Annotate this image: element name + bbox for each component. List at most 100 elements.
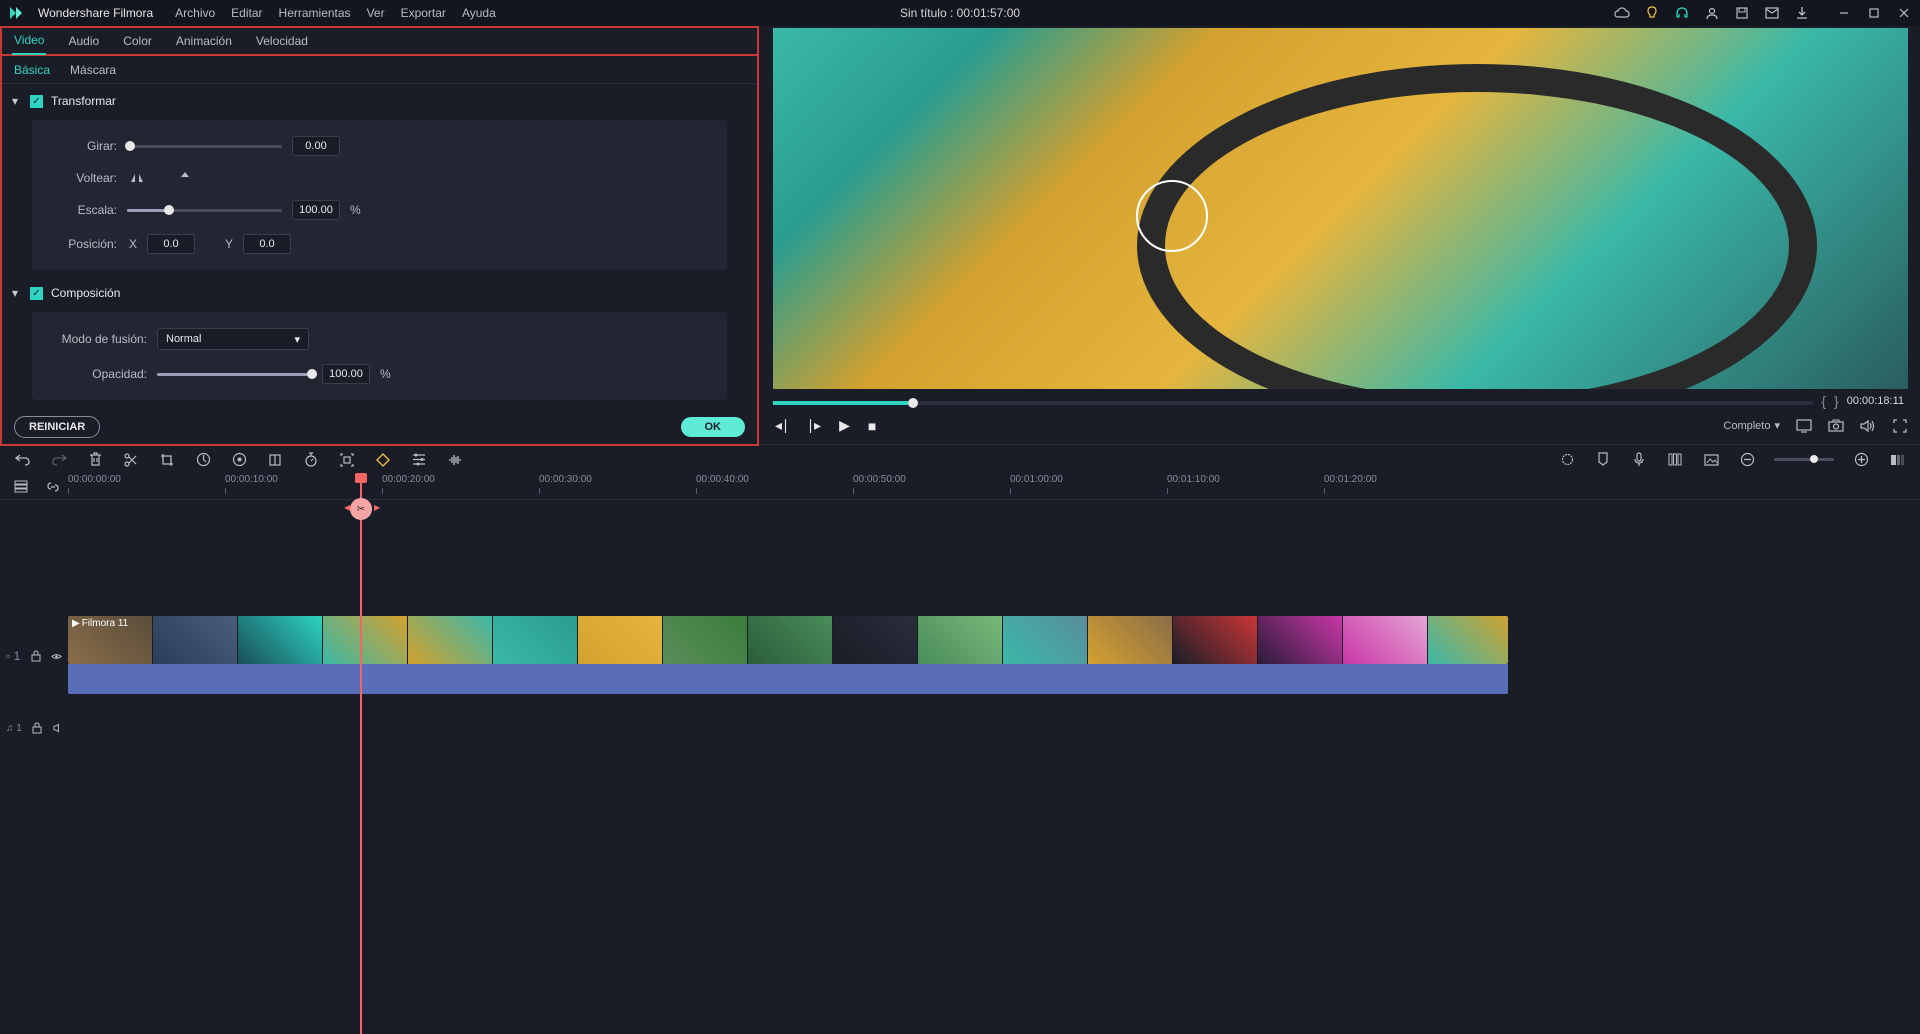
section-title-transformar: Transformar	[51, 94, 116, 108]
preview-timecode: 00:00:18:11	[1847, 395, 1904, 407]
preview-viewport[interactable]	[773, 28, 1908, 389]
greenscreen-icon[interactable]	[266, 451, 284, 469]
slider-girar[interactable]	[127, 145, 282, 148]
label-x: X	[129, 237, 137, 251]
input-pos-x[interactable]	[147, 234, 195, 254]
tab-video[interactable]: Video	[12, 27, 46, 55]
zoom-in-icon[interactable]	[1852, 451, 1870, 469]
audio-icon[interactable]	[446, 451, 464, 469]
menu-ver[interactable]: Ver	[367, 6, 385, 20]
tab-velocidad[interactable]: Velocidad	[254, 28, 310, 54]
timer-icon[interactable]	[302, 451, 320, 469]
keyframe-icon[interactable]	[374, 451, 392, 469]
checkbox-composicion[interactable]	[30, 287, 43, 300]
track-label-audio: ♫ 1	[6, 723, 22, 734]
preview-scrubber[interactable]	[773, 401, 1813, 405]
stop-button[interactable]: ■	[868, 418, 876, 434]
fullscreen-icon[interactable]	[1892, 418, 1908, 434]
voiceover-icon[interactable]	[1630, 451, 1648, 469]
play-button[interactable]: ▶	[839, 417, 850, 434]
audio-waveform[interactable]	[68, 664, 1508, 694]
input-opacidad[interactable]	[322, 364, 370, 384]
mail-icon[interactable]	[1764, 5, 1780, 21]
menu-herramientas[interactable]: Herramientas	[279, 6, 351, 20]
unit-opacidad: %	[380, 367, 391, 381]
quality-select[interactable]: Completo▾	[1723, 419, 1780, 432]
track-options-icon[interactable]	[12, 478, 30, 496]
close-button[interactable]	[1896, 5, 1912, 21]
select-modo-fusion[interactable]: Normal▾	[157, 328, 309, 350]
playhead-split-icon[interactable]	[350, 498, 372, 520]
track-label-video: ▫ 1	[6, 649, 20, 663]
input-escala[interactable]	[292, 200, 340, 220]
ok-button[interactable]: OK	[681, 417, 746, 437]
unit-escala: %	[350, 203, 361, 217]
headphones-icon[interactable]	[1674, 5, 1690, 21]
marker-icon[interactable]	[1594, 451, 1612, 469]
tab-color[interactable]: Color	[121, 28, 154, 54]
prev-frame-button[interactable]: ◂∣	[775, 417, 789, 434]
slider-escala[interactable]	[127, 209, 282, 212]
subtab-mascara[interactable]: Máscara	[70, 63, 116, 77]
sub-tabs: Básica Máscara	[2, 56, 757, 84]
split-icon[interactable]	[122, 451, 140, 469]
tab-animacion[interactable]: Animación	[174, 28, 234, 54]
mixer-icon[interactable]	[1666, 451, 1684, 469]
expand-icon[interactable]	[338, 451, 356, 469]
redo-icon[interactable]	[50, 451, 68, 469]
mediashot-icon[interactable]	[1702, 451, 1720, 469]
undo-icon[interactable]	[14, 451, 32, 469]
adjust-icon[interactable]	[410, 451, 428, 469]
menu-editar[interactable]: Editar	[231, 6, 262, 20]
next-frame-button[interactable]: ∣▸	[807, 417, 821, 434]
flip-vertical-icon[interactable]	[175, 170, 195, 186]
mark-out-icon[interactable]: }	[1834, 393, 1839, 409]
checkbox-transformar[interactable]	[30, 95, 43, 108]
mute-icon[interactable]	[53, 719, 64, 737]
mark-in-icon[interactable]: {	[1821, 393, 1826, 409]
lock-icon[interactable]	[32, 719, 43, 737]
display-icon[interactable]	[1796, 418, 1812, 434]
section-title-composicion: Composición	[51, 286, 120, 300]
lock-icon[interactable]	[30, 647, 41, 665]
cloud-icon[interactable]	[1614, 5, 1630, 21]
colormatch-icon[interactable]	[230, 451, 248, 469]
menu-exportar[interactable]: Exportar	[401, 6, 446, 20]
menu-archivo[interactable]: Archivo	[175, 6, 215, 20]
ruler-tick: 00:01:20:00	[1324, 474, 1377, 485]
zoomfit-icon[interactable]	[1888, 451, 1906, 469]
flip-horizontal-icon[interactable]	[127, 170, 147, 186]
reset-button[interactable]: REINICIAR	[14, 416, 100, 438]
timeline-ruler[interactable]: 00:00:00:00 00:00:10:00 00:00:20:00 00:0…	[68, 474, 1920, 499]
download-icon[interactable]	[1794, 5, 1810, 21]
maximize-button[interactable]	[1866, 5, 1882, 21]
speed-icon[interactable]	[194, 451, 212, 469]
label-voltear: Voltear:	[52, 171, 117, 185]
app-logo	[8, 5, 24, 21]
lightbulb-icon[interactable]	[1644, 5, 1660, 21]
zoom-out-icon[interactable]	[1738, 451, 1756, 469]
link-icon[interactable]	[44, 478, 62, 496]
menu-ayuda[interactable]: Ayuda	[462, 6, 496, 20]
tracking-circle[interactable]	[1136, 180, 1208, 252]
input-pos-y[interactable]	[243, 234, 291, 254]
eye-icon[interactable]	[51, 647, 62, 665]
save-icon[interactable]	[1734, 5, 1750, 21]
zoom-slider[interactable]	[1774, 458, 1834, 461]
playhead[interactable]: ◀▶	[360, 474, 362, 1034]
delete-icon[interactable]	[86, 451, 104, 469]
user-icon[interactable]	[1704, 5, 1720, 21]
snapshot-icon[interactable]	[1828, 418, 1844, 434]
crop-icon[interactable]	[158, 451, 176, 469]
volume-icon[interactable]	[1860, 418, 1876, 434]
slider-opacidad[interactable]	[157, 373, 312, 376]
video-clip[interactable]: ▶ Filmora 11	[68, 616, 1508, 664]
render-icon[interactable]	[1558, 451, 1576, 469]
section-composicion[interactable]: ▾ Composición	[12, 282, 747, 304]
subtab-basica[interactable]: Básica	[14, 63, 50, 77]
section-transformar[interactable]: ▾ Transformar	[12, 90, 747, 112]
tab-audio[interactable]: Audio	[66, 28, 101, 54]
label-escala: Escala:	[52, 203, 117, 217]
minimize-button[interactable]	[1836, 5, 1852, 21]
input-girar[interactable]	[292, 136, 340, 156]
